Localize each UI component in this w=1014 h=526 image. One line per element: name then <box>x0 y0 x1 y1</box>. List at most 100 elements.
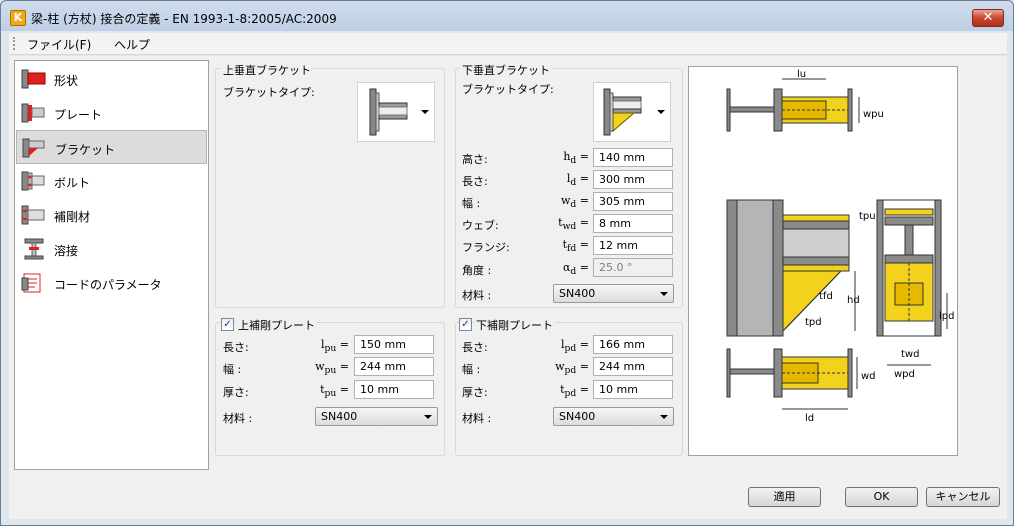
sidebar-item-code-params[interactable]: コードのパラメータ <box>16 266 207 300</box>
width-label: 幅 : <box>462 197 481 210</box>
sidebar: 形状 プレート ブラケット ボルト 補剛材 溶接 コードのパラメータ <box>14 60 209 470</box>
code-params-icon <box>21 273 41 293</box>
chevron-down-icon <box>660 415 668 419</box>
upper-stiffener-thickness-symbol: tpu = <box>320 383 349 400</box>
lower-stiffener-material-label: 材料 : <box>462 412 492 425</box>
close-button[interactable]: ✕ <box>972 9 1004 27</box>
chevron-down-icon <box>424 415 432 419</box>
upper-bracket-type-selector[interactable] <box>357 82 435 142</box>
upper-stiffener-width-symbol: wpu = <box>315 360 349 377</box>
window-title: 梁-柱 (方杖) 接合の定義 - EN 1993-1-8:2005/AC:200… <box>31 12 337 26</box>
flange-label: フランジ: <box>462 241 510 254</box>
lower-stiffener-length-symbol: lpd = <box>561 338 589 355</box>
sidebar-item-shape[interactable]: 形状 <box>16 62 207 96</box>
connection-preview-diagram: lu wpu tpu tfd hd tpd lpd twd wpd wd ld <box>688 66 958 456</box>
upper-stiffener-material-label: 材料 : <box>223 412 253 425</box>
tpu-label: tpu <box>859 211 876 222</box>
sidebar-item-stiffener[interactable]: 補剛材 <box>16 198 207 232</box>
sidebar-item-label: コードのパラメータ <box>54 278 162 292</box>
sidebar-item-label: 形状 <box>54 74 79 88</box>
lower-stiffener-material-select[interactable]: SN400 <box>553 407 674 426</box>
sidebar-item-label: 溶接 <box>54 244 79 258</box>
menu-file[interactable]: ファイル(F) <box>27 36 91 53</box>
upper-stiffener-thickness-input[interactable]: 10 mm <box>354 380 434 399</box>
lower-bracket-type-icon <box>603 88 642 136</box>
upper-stiffener-material-select[interactable]: SN400 <box>315 407 438 426</box>
menu-help[interactable]: ヘルプ <box>114 36 150 53</box>
web-label: ウェブ: <box>462 219 499 232</box>
side-view-drawing: tpu tfd hd tpd <box>726 199 876 337</box>
lower-stiffener-thickness-label: 厚さ: <box>462 386 488 399</box>
lower-bracket-type-label: ブラケットタイプ: <box>462 83 554 96</box>
cancel-button[interactable]: キャンセル <box>926 487 1000 507</box>
lower-stiffener-width-label: 幅 : <box>462 363 481 376</box>
upper-stiffener-length-input[interactable]: 150 mm <box>354 335 434 354</box>
sidebar-item-bolt[interactable]: ボルト <box>16 164 207 198</box>
app-logo-icon: K <box>10 10 26 26</box>
lower-bracket-material-label: 材料 : <box>462 289 492 302</box>
lu-label: lu <box>797 69 806 80</box>
lower-stiffener-checkbox[interactable]: ✓ <box>459 318 472 331</box>
bolt-icon <box>21 171 45 191</box>
lower-stiffener-title: 下補剛プレート <box>474 317 555 333</box>
dialog-content: 形状 プレート ブラケット ボルト 補剛材 溶接 コードのパラメータ 上垂直ブラ… <box>9 56 1007 519</box>
upper-stiffener-title: 上補剛プレート <box>236 317 317 333</box>
top-view-drawing: lu wpu <box>726 69 884 132</box>
twd-label: twd <box>901 349 919 360</box>
sidebar-item-label: ボルト <box>54 176 91 190</box>
upper-stiffener-length-symbol: lpu = <box>320 338 349 355</box>
ok-button[interactable]: OK <box>845 487 918 507</box>
upper-stiffener-material-value: SN400 <box>321 410 358 423</box>
plate-icon <box>21 103 45 123</box>
title-bar: K 梁-柱 (方杖) 接合の定義 - EN 1993-1-8:2005/AC:2… <box>1 1 1013 33</box>
width-symbol: wd = <box>560 194 589 211</box>
weld-icon <box>24 238 44 260</box>
sidebar-item-plate[interactable]: プレート <box>16 96 207 130</box>
lower-stiffener-thickness-input[interactable]: 10 mm <box>593 380 673 399</box>
flange-input[interactable]: 12 mm <box>593 236 673 255</box>
angle-label: 角度 : <box>462 264 492 277</box>
bottom-view-drawing: wd ld <box>726 348 876 424</box>
lower-stiffener-thickness-symbol: tpd = <box>560 383 589 400</box>
menu-bar: ファイル(F) ヘルプ <box>9 33 1007 55</box>
lower-bracket-title: 下垂直ブラケット <box>460 62 552 78</box>
upper-stiffener-width-label: 幅 : <box>223 363 242 376</box>
width-input[interactable]: 305 mm <box>593 192 673 211</box>
shape-icon <box>21 69 46 89</box>
flange-symbol: tfd = <box>562 238 589 255</box>
upper-bracket-type-label: ブラケットタイプ: <box>223 86 315 99</box>
length-input[interactable]: 300 mm <box>593 170 673 189</box>
lower-bracket-material-value: SN400 <box>559 287 596 300</box>
sidebar-item-label: ブラケット <box>55 143 116 157</box>
sidebar-item-weld[interactable]: 溶接 <box>16 232 207 266</box>
length-label: 長さ: <box>462 175 488 188</box>
menu-grip-icon <box>13 37 16 50</box>
sidebar-item-label: プレート <box>54 108 103 122</box>
lower-stiffener-width-input[interactable]: 244 mm <box>593 357 673 376</box>
lower-bracket-type-selector[interactable] <box>593 82 671 142</box>
lower-stiffener-material-value: SN400 <box>559 410 596 423</box>
upper-bracket-title: 上垂直ブラケット <box>221 62 313 78</box>
angle-symbol: αd = <box>562 261 589 278</box>
hd-label: hd <box>847 295 860 306</box>
wpd-label: wpd <box>894 369 915 380</box>
angle-input: 25.0 ° <box>593 258 673 277</box>
upper-stiffener-width-input[interactable]: 244 mm <box>354 357 434 376</box>
web-symbol: twd = <box>558 216 589 233</box>
bracket-icon <box>22 138 45 158</box>
upper-bracket-type-icon <box>369 88 408 136</box>
sidebar-item-bracket[interactable]: ブラケット <box>16 130 207 164</box>
web-input[interactable]: 8 mm <box>593 214 673 233</box>
section-view-drawing: lpd twd wpd <box>876 199 954 380</box>
wd-label: wd <box>861 371 876 382</box>
tpd-label: tpd <box>805 317 822 328</box>
upper-stiffener-checkbox[interactable]: ✓ <box>221 318 234 331</box>
lower-bracket-material-select[interactable]: SN400 <box>553 284 674 303</box>
lower-stiffener-length-input[interactable]: 166 mm <box>593 335 673 354</box>
apply-button[interactable]: 適用 <box>748 487 821 507</box>
height-input[interactable]: 140 mm <box>593 148 673 167</box>
tfd-label: tfd <box>819 291 833 302</box>
length-symbol: ld = <box>566 172 589 189</box>
chevron-down-icon <box>660 292 668 296</box>
height-label: 高さ: <box>462 153 488 166</box>
